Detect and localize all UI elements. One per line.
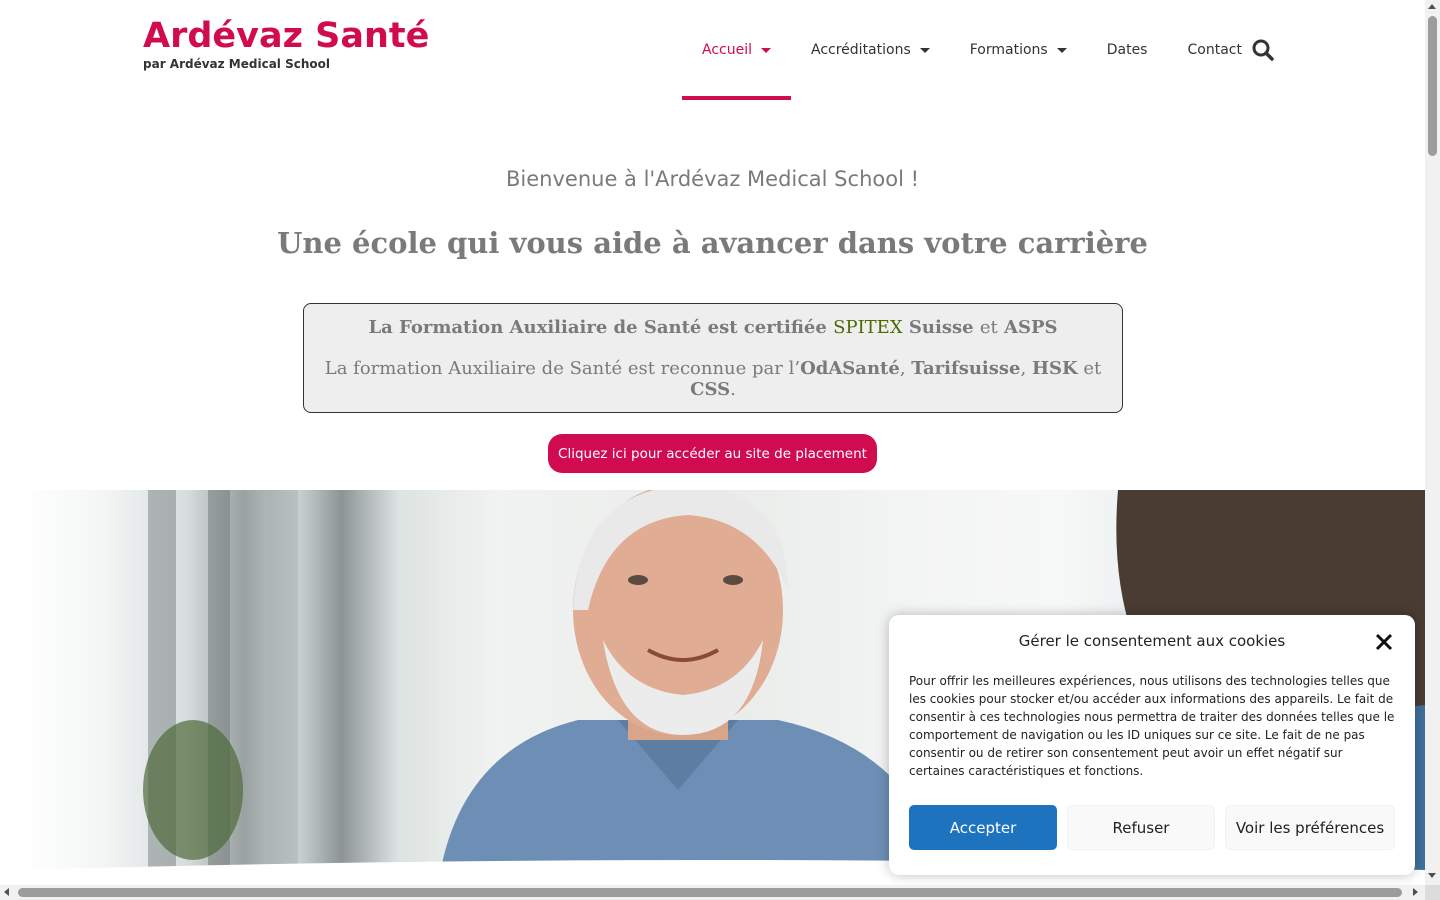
recognition-text: . <box>730 379 736 400</box>
recognition-org: CSS <box>690 379 731 400</box>
nav-item-label: Dates <box>1106 42 1148 58</box>
nav-item-accreditations[interactable]: Accréditations <box>791 0 950 100</box>
nav-item-label: Accueil <box>702 42 752 58</box>
nav-item-accueil[interactable]: Accueil <box>682 0 791 100</box>
nav-item-dates[interactable]: Dates <box>1087 0 1168 100</box>
vertical-scrollbar[interactable] <box>1425 0 1440 885</box>
refuse-button[interactable]: Refuser <box>1067 805 1215 850</box>
recognition-text: et <box>1083 358 1102 379</box>
recognition-text: La formation Auxiliaire de Santé est rec… <box>324 358 801 379</box>
nav-item-label: Contact <box>1187 42 1242 58</box>
cookie-dialog-title: Gérer le consentement aux cookies <box>1018 632 1286 650</box>
scroll-up-arrow-icon[interactable] <box>1428 4 1436 9</box>
cert-text: La Formation Auxiliaire de Santé est cer… <box>368 317 827 338</box>
cookie-dialog-text: Pour offrir les meilleures expériences, … <box>909 674 1395 778</box>
close-icon[interactable] <box>1375 633 1393 651</box>
site-logo[interactable]: Ardévaz Santé par Ardévaz Medical School <box>143 14 429 71</box>
certification-line: La Formation Auxiliaire de Santé est cer… <box>304 317 1122 338</box>
cert-text: ASPS <box>1004 317 1058 338</box>
scroll-right-arrow-icon[interactable] <box>1413 888 1418 896</box>
caret-down-icon <box>761 48 771 53</box>
nav-item-label: Accréditations <box>811 42 911 58</box>
scroll-left-arrow-icon[interactable] <box>4 888 9 896</box>
horizontal-scrollbar[interactable] <box>0 885 1425 900</box>
recognition-text: , <box>899 358 906 379</box>
cert-text: et <box>979 317 998 338</box>
recognition-org: HSK <box>1031 358 1078 379</box>
caret-down-icon <box>919 48 930 53</box>
horizontal-scroll-thumb[interactable] <box>18 888 1402 897</box>
tagline-heading: Une école qui vous aide à avancer dans v… <box>277 226 1148 260</box>
scrollbar-corner <box>1425 885 1440 900</box>
certification-box: La Formation Auxiliaire de Santé est cer… <box>303 303 1123 413</box>
recognition-text: , <box>1020 358 1027 379</box>
search-icon[interactable] <box>1251 38 1275 62</box>
scroll-down-arrow-icon[interactable] <box>1428 873 1436 878</box>
recognition-line: La formation Auxiliaire de Santé est rec… <box>304 358 1122 400</box>
welcome-heading: Bienvenue à l'Ardévaz Medical School ! <box>506 167 919 191</box>
caret-down-icon <box>1056 48 1067 53</box>
nav-item-contact[interactable]: Contact <box>1167 0 1261 100</box>
placement-site-button[interactable]: Cliquez ici pour accéder au site de plac… <box>548 434 877 473</box>
view-preferences-button[interactable]: Voir les préférences <box>1225 805 1395 850</box>
recognition-org: Tarifsuisse <box>911 358 1021 379</box>
nav-item-formations[interactable]: Formations <box>950 0 1087 100</box>
logo-title: Ardévaz Santé <box>143 16 430 56</box>
nav-item-label: Formations <box>969 42 1048 58</box>
accept-button[interactable]: Accepter <box>909 805 1057 850</box>
logo-subtitle: par Ardévaz Medical School <box>143 57 330 71</box>
site-header: Ardévaz Santé par Ardévaz Medical School… <box>0 0 1425 100</box>
spitex-link[interactable]: SPITEX <box>833 317 903 338</box>
main-nav: Accueil Accréditations Formations Dates … <box>682 0 1262 100</box>
cert-text: Suisse <box>908 317 974 338</box>
vertical-scroll-thumb[interactable] <box>1428 16 1437 156</box>
recognition-org: OdASanté <box>800 358 900 379</box>
cookie-consent-dialog: Gérer le consentement aux cookies Pour o… <box>889 615 1415 875</box>
